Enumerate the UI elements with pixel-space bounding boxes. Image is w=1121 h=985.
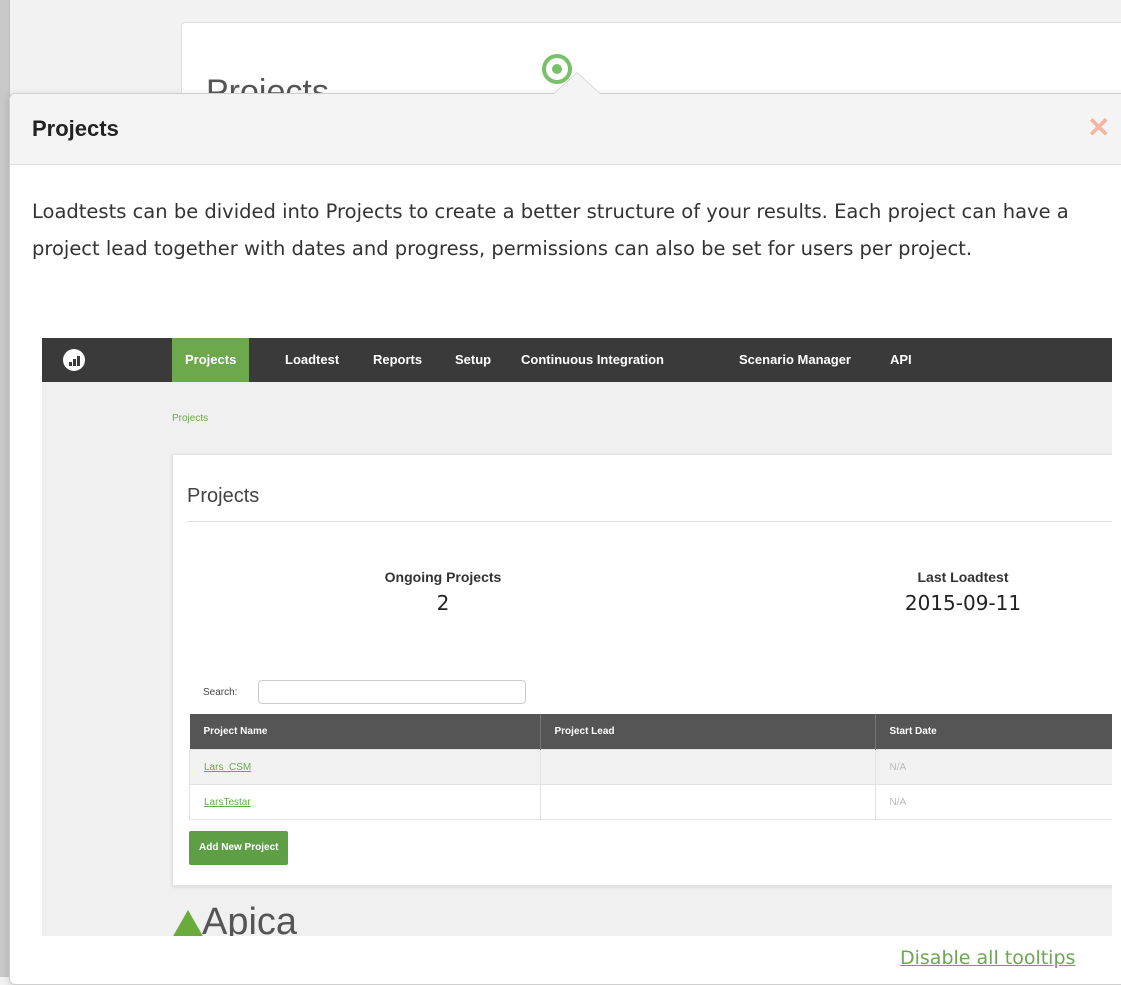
projects-table: Project Name Project Lead Start Date Lar…	[189, 714, 1112, 820]
project-name-cell: Lars_CSM	[189, 749, 541, 785]
nav-tab-reports[interactable]: Reports	[360, 338, 435, 382]
projects-card: Projects Ongoing Projects 2 Last Loadtes…	[172, 454, 1112, 886]
projects-card-title: Projects	[187, 485, 260, 507]
project-link[interactable]: LarsTestar	[204, 797, 251, 808]
column-header-start-date[interactable]: Start Date	[875, 714, 1112, 750]
apica-logo-icon	[172, 910, 204, 936]
table-row: Lars_CSM N/A	[189, 749, 1112, 785]
add-new-project-button[interactable]: Add New Project	[189, 831, 289, 865]
stat-label-ongoing: Ongoing Projects	[384, 569, 502, 585]
divider	[187, 521, 1112, 522]
start-date-cell: N/A	[874, 784, 1112, 820]
breadcrumb[interactable]: Projects	[172, 413, 208, 424]
top-navigation: Projects Loadtest Reports Setup Continuo…	[42, 338, 1112, 382]
popover-description: Loadtests can be divided into Projects t…	[32, 200, 1069, 260]
search-label: Search:	[203, 687, 238, 698]
nav-tab-api[interactable]: API	[877, 338, 925, 382]
project-name-cell: LarsTestar	[189, 784, 541, 820]
project-link[interactable]: Lars_CSM	[204, 762, 251, 773]
nav-tab-projects[interactable]: Projects	[172, 338, 250, 382]
table-row: LarsTestar N/A	[189, 784, 1112, 820]
nav-tab-setup[interactable]: Setup	[442, 338, 504, 382]
column-header-project-lead[interactable]: Project Lead	[540, 714, 876, 750]
nav-tab-scenario-manager[interactable]: Scenario Manager	[726, 338, 864, 382]
embedded-screenshot: Projects Loadtest Reports Setup Continuo…	[42, 338, 1112, 936]
project-lead-cell	[539, 784, 876, 820]
project-lead-cell	[539, 749, 876, 785]
disable-tooltips-link[interactable]: Disable all tooltips	[900, 947, 1075, 969]
close-icon[interactable]: ✕	[1087, 114, 1110, 142]
apica-brand: Apica	[202, 901, 298, 936]
search-input[interactable]	[258, 680, 526, 704]
table-header-row: Project Name Project Lead Start Date	[189, 714, 1112, 750]
stat-label-last-loadtest: Last Loadtest	[917, 569, 1009, 585]
tooltip-popover: Projects ✕ Loadtests can be divided into…	[9, 72, 1121, 985]
stat-value-last-loadtest: 2015-09-11	[904, 591, 1022, 615]
stat-value-ongoing: 2	[436, 591, 450, 615]
popover-header: Projects ✕	[10, 94, 1121, 165]
column-header-project-name[interactable]: Project Name	[189, 714, 541, 750]
chart-logo-icon	[63, 349, 85, 371]
popover-arrow	[553, 72, 601, 94]
popover-title: Projects	[32, 116, 119, 141]
nav-tab-continuous-integration[interactable]: Continuous Integration	[508, 338, 677, 382]
nav-tab-loadtest[interactable]: Loadtest	[272, 338, 352, 382]
start-date-cell: N/A	[874, 749, 1112, 785]
